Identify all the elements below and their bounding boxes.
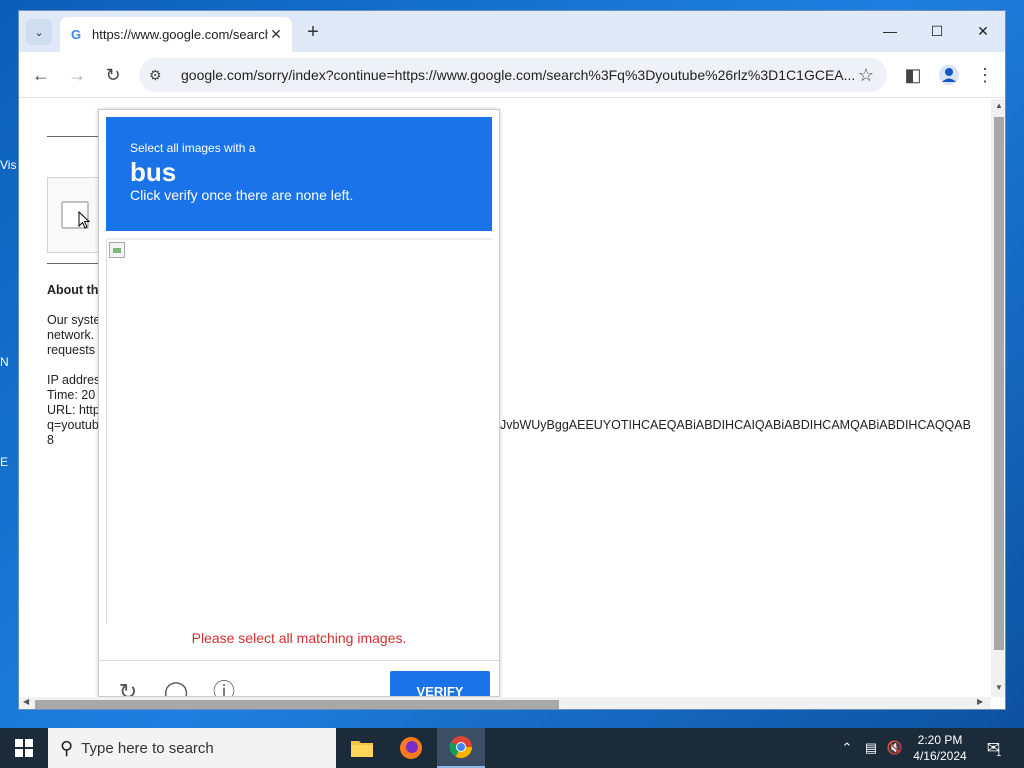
google-favicon-icon: G	[70, 27, 82, 42]
windows-logo-icon	[15, 739, 33, 757]
back-button[interactable]: ←	[26, 60, 56, 90]
chevron-down-icon: ⌄	[34, 26, 44, 39]
reload-icon: ↻	[105, 64, 121, 85]
chevron-up-icon: ⌃	[841, 740, 853, 755]
site-info-icon[interactable]: ⚙	[149, 67, 171, 84]
close-icon: ✕	[977, 22, 989, 39]
bookmark-star-icon[interactable]: ☆	[855, 65, 877, 86]
volume-button[interactable]: 🔇	[884, 728, 906, 768]
vertical-scroll-thumb[interactable]	[994, 117, 1004, 650]
query-line: q=youtub	[47, 418, 99, 432]
taskbar-search-placeholder: Type here to search	[81, 739, 214, 757]
close-tab-icon[interactable]: ✕	[268, 26, 284, 43]
url-line: URL: http	[47, 403, 100, 417]
folder-icon	[351, 741, 373, 757]
browser-window: ⌄ G https://www.google.com/search ✕ + — …	[18, 10, 1006, 710]
new-tab-button[interactable]: +	[301, 20, 325, 44]
address-bar-url[interactable]: google.com/sorry/index?continue=https://…	[181, 67, 855, 83]
time-line: Time: 20	[47, 388, 96, 402]
info-icon[interactable]: ⓘ	[211, 679, 237, 696]
tab-strip: ⌄ G https://www.google.com/search ✕ + — …	[19, 11, 1005, 52]
desktop-icon-label[interactable]: Vis	[0, 158, 18, 172]
volume-muted-icon: 🔇	[886, 740, 904, 755]
tray-overflow-button[interactable]: ⌃	[838, 728, 856, 768]
url-overflow-text: JvbWUyBggAEEUYOTIHCAEQABiABDIHCAIQABiABD…	[500, 418, 971, 432]
reload-button[interactable]: ↻	[98, 60, 128, 90]
page-viewport: About th Our syste network. requests IP …	[19, 99, 991, 697]
challenge-image-grid[interactable]	[106, 238, 492, 624]
menu-button[interactable]: ⋮	[970, 60, 1000, 90]
query-line-end: 8	[47, 433, 54, 447]
taskbar-file-explorer[interactable]	[338, 728, 386, 768]
headphones-icon[interactable]: ◯	[163, 679, 189, 696]
notification-count: 1	[996, 748, 1002, 758]
network-icon: ▤	[864, 740, 878, 755]
active-tab[interactable]: G https://www.google.com/search ✕	[60, 17, 292, 52]
side-panel-icon: ◧	[904, 64, 922, 85]
horizontal-scrollbar[interactable]: ◀ ▶	[19, 697, 991, 709]
maximize-button[interactable]: ☐	[914, 11, 960, 51]
taskbar-clock[interactable]: 2:20 PM 4/16/2024	[906, 732, 974, 764]
search-icon: ⚲	[60, 737, 74, 758]
about-line: requests	[47, 343, 95, 357]
scroll-down-arrow-icon[interactable]: ▼	[991, 683, 1005, 692]
taskbar-chrome[interactable]	[437, 728, 485, 768]
forward-button[interactable]: →	[62, 60, 92, 90]
plus-icon: +	[307, 20, 319, 43]
about-line: Our syste	[47, 313, 101, 327]
arrow-left-icon: ←	[32, 64, 50, 85]
start-button[interactable]	[0, 728, 48, 768]
verify-button[interactable]: VERIFY	[390, 671, 490, 696]
taskbar-firefox[interactable]	[387, 728, 435, 768]
tab-title: https://www.google.com/search	[92, 27, 268, 42]
address-bar[interactable]: ⚙ google.com/sorry/index?continue=https:…	[139, 58, 887, 92]
about-heading: About th	[47, 283, 99, 297]
challenge-error-message: Please select all matching images.	[191, 630, 407, 646]
desktop-icon-label[interactable]: E	[0, 455, 18, 469]
recaptcha-challenge-popup: Select all images with a bus Click verif…	[98, 109, 500, 697]
side-panel-button[interactable]: ◧	[898, 60, 928, 90]
about-line: network.	[47, 328, 95, 342]
minimize-icon: —	[883, 23, 897, 39]
profile-avatar-icon	[939, 65, 959, 85]
browser-toolbar: ← → ↻ ⚙ google.com/sorry/index?continue=…	[19, 52, 1005, 98]
taskbar-search-box[interactable]: ⚲ Type here to search	[48, 728, 336, 768]
scroll-up-arrow-icon[interactable]: ▲	[991, 101, 1005, 110]
network-button[interactable]: ▤	[860, 728, 882, 768]
mouse-cursor-icon	[78, 211, 90, 229]
notification-center-button[interactable]: ✉ 1	[980, 728, 1008, 768]
reload-challenge-icon[interactable]: ↻	[115, 679, 141, 696]
challenge-instruction: Select all images with a	[130, 141, 256, 155]
scroll-right-arrow-icon[interactable]: ▶	[977, 697, 983, 706]
horizontal-scroll-thumb[interactable]	[35, 700, 559, 709]
minimize-button[interactable]: —	[867, 11, 913, 51]
taskbar: ⚲ Type here to search ⌃ ▤ 🔇 2:20 PM 4/16…	[0, 728, 1024, 768]
challenge-target: bus	[130, 157, 177, 187]
firefox-icon	[400, 737, 422, 759]
challenge-footer: ↻ ◯ ⓘ VERIFY	[99, 660, 499, 696]
ip-line: IP addres	[47, 373, 101, 387]
tab-search-button[interactable]: ⌄	[26, 19, 52, 45]
profile-button[interactable]	[934, 60, 964, 90]
clock-time: 2:20 PM	[917, 733, 963, 747]
vertical-scrollbar[interactable]: ▲ ▼	[991, 99, 1005, 697]
desktop-icon-label[interactable]: N	[0, 355, 18, 369]
clock-date: 4/16/2024	[913, 749, 967, 763]
kebab-menu-icon: ⋮	[976, 64, 994, 85]
maximize-icon: ☐	[930, 22, 944, 39]
arrow-right-icon: →	[68, 64, 86, 85]
challenge-header: Select all images with a bus Click verif…	[106, 117, 492, 231]
challenge-subtext: Click verify once there are none left.	[130, 187, 354, 203]
chrome-icon	[449, 736, 472, 758]
scroll-left-arrow-icon[interactable]: ◀	[23, 697, 29, 706]
broken-image-icon	[109, 242, 125, 258]
close-window-button[interactable]: ✕	[960, 11, 1005, 51]
